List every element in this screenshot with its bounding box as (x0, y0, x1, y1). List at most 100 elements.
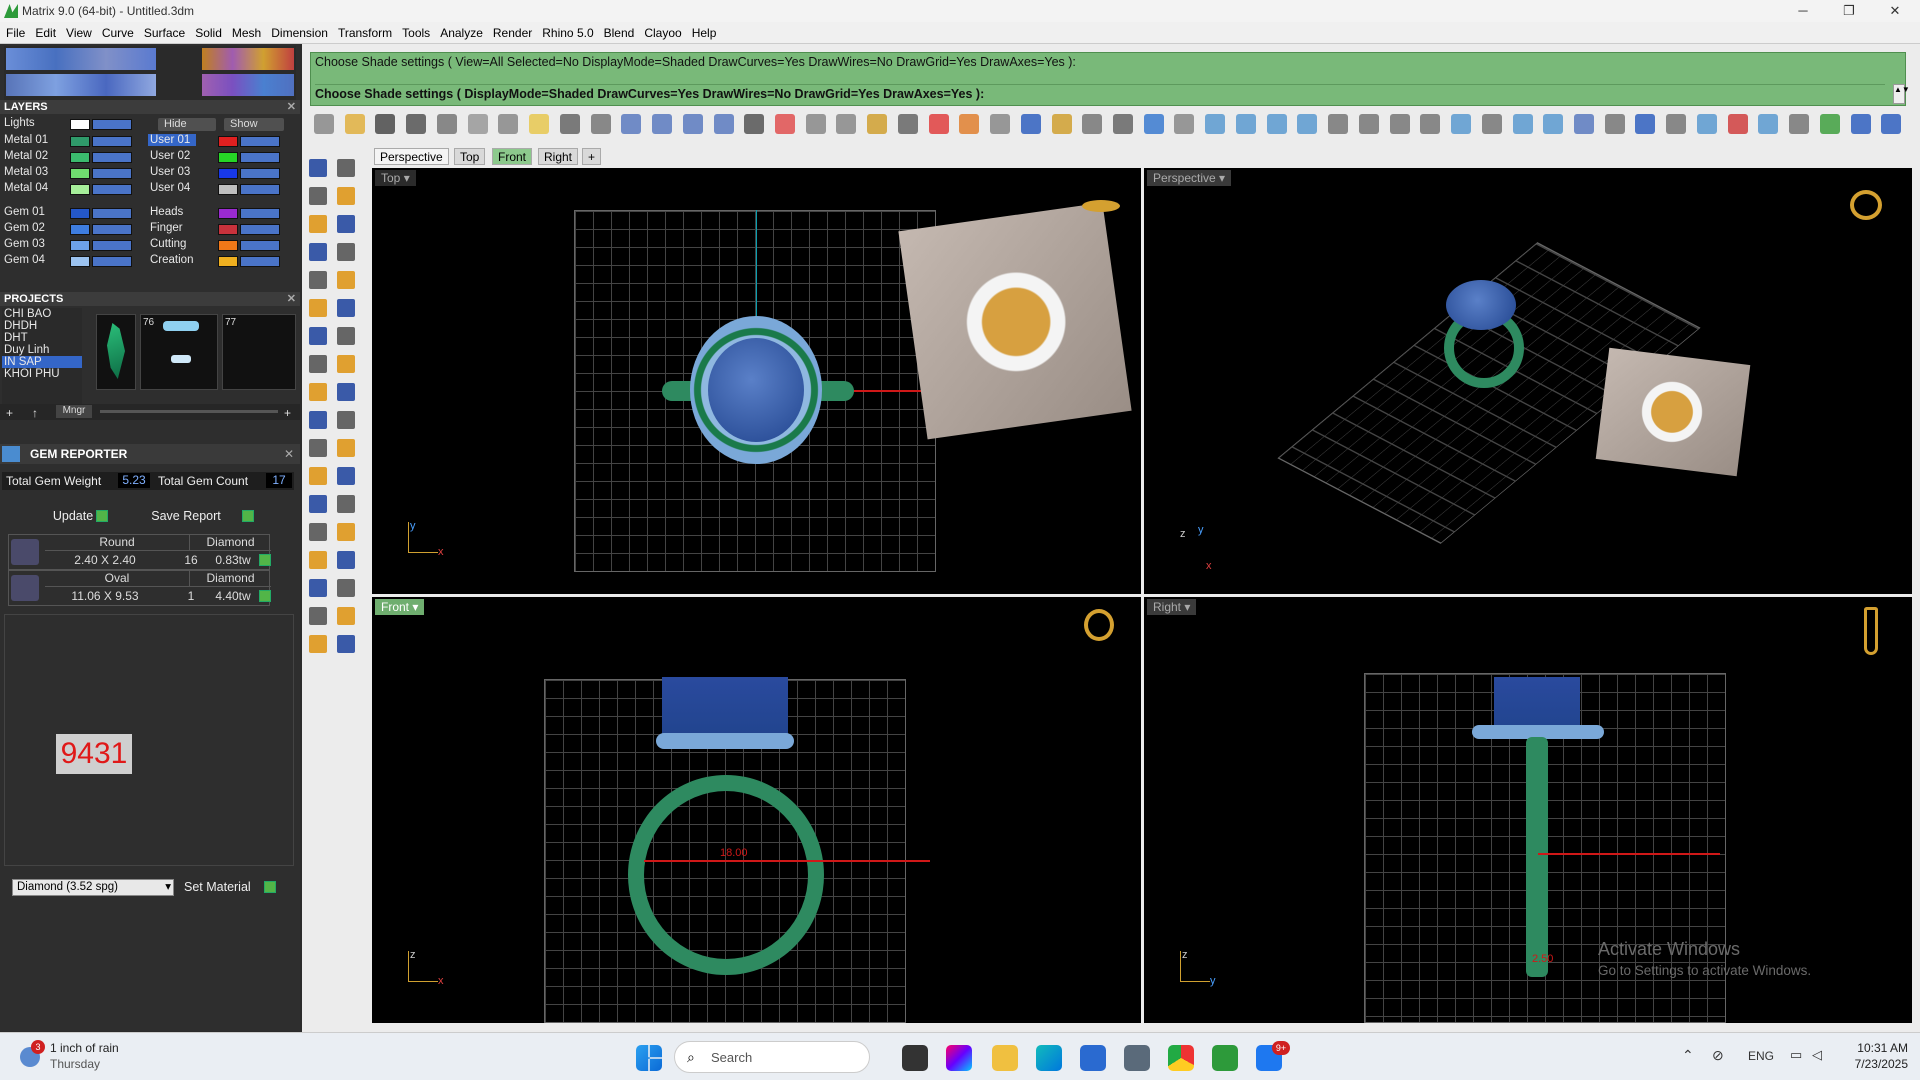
layer-name[interactable]: Cutting (150, 238, 186, 250)
viewport-label[interactable]: Perspective ▾ (1147, 170, 1232, 186)
layer-color-swatch[interactable] (70, 168, 90, 179)
menu-blend[interactable]: Blend (598, 22, 639, 40)
side-tool-icon[interactable] (309, 187, 327, 205)
layer-name[interactable]: Gem 04 (4, 254, 45, 266)
layer-visibility-toggles[interactable] (240, 168, 280, 179)
toolbar-tool-icon[interactable] (867, 114, 888, 134)
toolbar-tool-icon[interactable] (959, 114, 980, 134)
set-material-button[interactable]: Set Material (184, 880, 264, 894)
side-tool-icon[interactable] (309, 327, 327, 345)
side-tool-icon[interactable] (309, 271, 327, 289)
hide-button[interactable]: Hide (158, 118, 216, 131)
toolbar-tool-icon[interactable] (1205, 114, 1226, 134)
toolbar-tool-icon[interactable] (713, 114, 734, 134)
chevron-up-icon[interactable]: ⌃ (1682, 1047, 1694, 1064)
add-icon[interactable]: + (284, 406, 291, 420)
minimize-button[interactable]: ─ (1780, 0, 1826, 22)
project-item[interactable]: DHDH (4, 320, 37, 332)
gem-row[interactable]: Round Diamond 2.40 X 2.40 16 0.83tw (8, 534, 271, 570)
side-tool-icon[interactable] (337, 215, 355, 233)
layer-color-swatch[interactable] (70, 152, 90, 163)
layer-visibility-toggles[interactable] (92, 136, 132, 147)
layer-name[interactable]: Metal 01 (4, 134, 48, 146)
menu-analyze[interactable]: Analyze (434, 22, 487, 40)
menu-help[interactable]: Help (686, 22, 721, 40)
clock-time[interactable]: 10:31 AM (1828, 1041, 1908, 1055)
toolbar-tool-icon[interactable] (1266, 114, 1287, 134)
close-icon[interactable]: ✕ (287, 292, 296, 306)
layer-color-swatch[interactable] (218, 136, 238, 147)
lights-swatch[interactable] (70, 119, 90, 130)
clock-date[interactable]: 7/23/2025 (1828, 1057, 1908, 1071)
toolbar-tool-icon[interactable] (805, 114, 826, 134)
layer-visibility-toggles[interactable] (240, 224, 280, 235)
layer-name[interactable]: User 02 (150, 150, 190, 162)
side-tool-icon[interactable] (309, 439, 327, 457)
toolbar-tool-icon[interactable] (375, 114, 396, 134)
layer-visibility-toggles[interactable] (240, 208, 280, 219)
toolbar-tool-icon[interactable] (1328, 114, 1349, 134)
layer-visibility-toggles[interactable] (92, 256, 132, 267)
matrix-tools-row1-icon[interactable] (6, 48, 156, 70)
toolbar-tool-icon[interactable] (1235, 114, 1256, 134)
command-prompt[interactable]: Choose Shade settings ( DisplayMode=Shad… (315, 84, 1885, 104)
layer-color-swatch[interactable] (70, 224, 90, 235)
layer-color-swatch[interactable] (218, 208, 238, 219)
menu-render[interactable]: Render (487, 22, 536, 40)
side-tool-icon[interactable] (337, 551, 355, 569)
toolbar-tool-icon[interactable] (1881, 114, 1902, 134)
menu-curve[interactable]: Curve (96, 22, 138, 40)
layer-visibility-toggles[interactable] (240, 152, 280, 163)
side-tool-icon[interactable] (309, 383, 327, 401)
display-icon[interactable]: ▭ (1790, 1047, 1802, 1063)
menu-edit[interactable]: Edit (29, 22, 60, 40)
toolbar-tool-icon[interactable] (1113, 114, 1133, 134)
layer-visibility-toggles[interactable] (92, 208, 132, 219)
layer-visibility-toggles[interactable] (240, 184, 280, 195)
toolbar-tool-icon[interactable] (621, 114, 642, 134)
layer-color-swatch[interactable] (218, 168, 238, 179)
viewport-label[interactable]: Right ▾ (1147, 599, 1197, 615)
toolbar-tool-icon[interactable] (682, 114, 703, 134)
play-icon[interactable] (264, 881, 276, 893)
side-tool-icon[interactable] (337, 607, 355, 625)
toolbar-tool-icon[interactable] (314, 114, 334, 134)
tab-perspective[interactable]: Perspective (374, 148, 449, 165)
layer-color-swatch[interactable] (70, 184, 90, 195)
language-indicator[interactable]: ENG (1748, 1049, 1774, 1063)
show-button[interactable]: Show (224, 118, 284, 131)
toolbar-tool-icon[interactable] (590, 114, 611, 134)
toolbar-tool-icon[interactable] (1451, 114, 1472, 134)
calculator-icon[interactable] (1124, 1045, 1150, 1071)
toolbar-tool-icon[interactable] (498, 114, 519, 134)
close-button[interactable]: ✕ (1872, 0, 1918, 22)
up-icon[interactable]: ↑ (32, 406, 38, 420)
layer-visibility-toggles[interactable] (92, 240, 132, 251)
toolbar-tool-icon[interactable] (1389, 114, 1410, 134)
project-item[interactable]: CHI BAO (4, 308, 51, 320)
layer-name[interactable]: Finger (150, 222, 183, 234)
side-tool-icon[interactable] (309, 243, 327, 261)
menu-surface[interactable]: Surface (138, 22, 189, 40)
layer-color-swatch[interactable] (218, 224, 238, 235)
toolbar-tool-icon[interactable] (1635, 114, 1656, 134)
side-tool-icon[interactable] (337, 383, 355, 401)
side-tool-icon[interactable] (309, 355, 327, 373)
menu-clayoo[interactable]: Clayoo (638, 22, 685, 40)
project-thumbnail[interactable]: 77 (222, 314, 296, 390)
layer-color-swatch[interactable] (70, 136, 90, 147)
toolbar-tool-icon[interactable] (1604, 114, 1625, 134)
toolbar-tool-icon[interactable] (928, 114, 949, 134)
side-tool-icon[interactable] (337, 243, 355, 261)
viewport-front[interactable]: Front ▾ 18.00 z x (372, 597, 1141, 1023)
layer-name[interactable]: Gem 03 (4, 238, 45, 250)
toolbar-tool-icon[interactable] (1481, 114, 1502, 134)
layer-visibility-toggles[interactable] (92, 184, 132, 195)
menu-view[interactable]: View (60, 22, 96, 40)
file-explorer-icon[interactable] (992, 1045, 1018, 1071)
toolbar-tool-icon[interactable] (1082, 114, 1103, 134)
matrix-tools-row2-icon[interactable] (6, 74, 156, 96)
chrome-icon[interactable] (1168, 1045, 1194, 1071)
tab-top[interactable]: Top (454, 148, 486, 165)
viewport-perspective[interactable]: Perspective ▾ z y x (1144, 168, 1912, 594)
